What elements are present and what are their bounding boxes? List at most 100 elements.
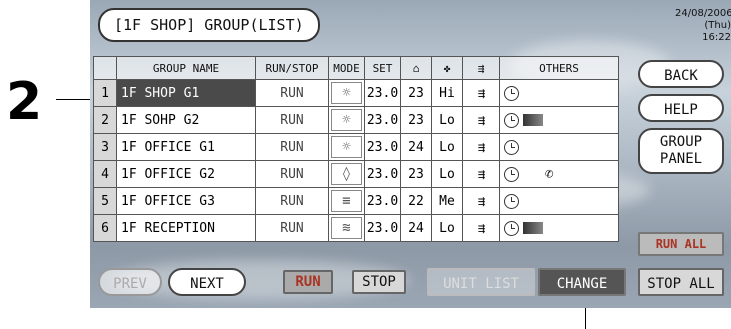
drop-icon: ◊ [331, 163, 362, 185]
callout-number: 2 [6, 72, 43, 132]
louver-icon: ⇶ [477, 139, 485, 154]
timer-icon [504, 220, 519, 236]
run-status-cell: RUN [255, 187, 329, 215]
louver-icon: ⇶ [477, 166, 485, 181]
room-temp-cell: 23 [400, 160, 432, 188]
row-number[interactable]: 2 [93, 106, 117, 134]
row-number[interactable]: 3 [93, 133, 117, 161]
table-row[interactable]: 6 1F RECEPTION RUN ≋ 23.0 24 Lo ⇶ [93, 214, 619, 242]
group-panel-button[interactable]: GROUP PANEL [638, 128, 724, 174]
louver-icon: ⇶ [477, 112, 485, 127]
table-row[interactable]: 5 1F OFFICE G3 RUN ≡ 23.0 22 Me ⇶ [93, 187, 619, 215]
run-all-button[interactable]: RUN ALL [638, 232, 724, 256]
sun-icon: ☼ [331, 82, 362, 104]
group-name-cell[interactable]: 1F SHOP G1 [116, 79, 256, 107]
prev-button[interactable]: PREV [98, 268, 162, 296]
set-temp-cell: 23.0 [364, 214, 401, 242]
group-name-cell[interactable]: 1F OFFICE G1 [116, 133, 256, 161]
mode-cell: ☼ [328, 133, 365, 161]
table-header-row: GROUP NAME RUN/STOP MODE SET ⌂ ✤ ⇶ OTHER… [93, 56, 619, 80]
table-row[interactable]: 2 1F SOHP G2 RUN ☼ 23.0 23 Lo ⇶ [93, 106, 619, 134]
room-temp-cell: 24 [400, 133, 432, 161]
header-others: OTHERS [499, 56, 619, 80]
louver-icon: ⇶ [477, 193, 485, 208]
run-status-cell: RUN [255, 214, 329, 242]
group-name-cell[interactable]: 1F SOHP G2 [116, 106, 256, 134]
fan-mode-icon: ≡ [331, 190, 362, 212]
fan-speed-cell: Lo [431, 133, 463, 161]
header-room-temp: ⌂ [400, 56, 432, 80]
group-name-cell[interactable]: 1F OFFICE G2 [116, 160, 256, 188]
sun-icon: ☼ [331, 136, 362, 158]
unit-list-button[interactable]: UNIT LIST [427, 268, 535, 296]
row-number[interactable]: 5 [93, 187, 117, 215]
header-num [93, 56, 117, 80]
fan-speed-cell: Me [431, 187, 463, 215]
mode-cell: ≋ [328, 214, 365, 242]
group-name-cell[interactable]: 1F RECEPTION [116, 214, 256, 242]
vent-mode-icon: ≋ [331, 217, 362, 239]
house-icon: ⌂ [412, 61, 420, 75]
group-name-cell[interactable]: 1F OFFICE G3 [116, 187, 256, 215]
header-group-name: GROUP NAME [116, 56, 256, 80]
fan-speed-cell: Lo [431, 160, 463, 188]
row-number[interactable]: 1 [93, 79, 117, 107]
room-temp-cell: 23 [400, 106, 432, 134]
day-time-text: (Thu) 16:22 [702, 20, 731, 43]
run-status-cell: RUN [255, 79, 329, 107]
next-button[interactable]: NEXT [168, 268, 246, 296]
set-temp-cell: 23.0 [364, 106, 401, 134]
header-mode: MODE [328, 56, 365, 80]
room-temp-cell: 22 [400, 187, 432, 215]
back-button[interactable]: BACK [638, 60, 724, 88]
airflow-cell: ⇶ [462, 79, 500, 107]
sun-icon: ☼ [331, 109, 362, 131]
mode-cell: ☼ [328, 106, 365, 134]
run-button[interactable]: RUN [283, 270, 333, 294]
row-number[interactable]: 6 [93, 214, 117, 242]
others-cell [499, 79, 619, 107]
others-cell [499, 106, 619, 134]
fan-icon: ✤ [443, 61, 451, 75]
change-button[interactable]: CHANGE [538, 268, 626, 296]
help-button[interactable]: HELP [638, 94, 724, 122]
callout-leader-line [56, 99, 90, 100]
airflow-cell: ⇶ [462, 160, 500, 188]
stop-button[interactable]: STOP [352, 270, 406, 294]
airflow-cell: ⇶ [462, 187, 500, 215]
table-row[interactable]: 4 1F OFFICE G2 RUN ◊ 23.0 23 Lo ⇶ ✆ [93, 160, 619, 188]
datetime-display: 24/08/2006 (Thu) 16:22 [675, 8, 731, 44]
wrench-icon: ✆ [545, 166, 554, 182]
header-run-stop: RUN/STOP [255, 56, 329, 80]
callout-pointer-line [585, 308, 586, 329]
room-temp-cell: 24 [400, 214, 432, 242]
set-temp-cell: 23.0 [364, 133, 401, 161]
timer-icon [504, 85, 519, 101]
table-row[interactable]: 1 1F SHOP G1 RUN ☼ 23.0 23 Hi ⇶ [93, 79, 619, 107]
mode-cell: ≡ [328, 187, 365, 215]
fan-speed-cell: Hi [431, 79, 463, 107]
mode-cell: ◊ [328, 160, 365, 188]
fan-speed-cell: Lo [431, 214, 463, 242]
stop-all-button[interactable]: STOP ALL [638, 268, 724, 296]
filter-icon [523, 222, 543, 234]
timer-icon [504, 139, 519, 155]
others-cell [499, 214, 619, 242]
airflow-cell: ⇶ [462, 214, 500, 242]
timer-icon [504, 193, 519, 209]
row-number[interactable]: 4 [93, 160, 117, 188]
others-cell [499, 133, 619, 161]
set-temp-cell: 23.0 [364, 79, 401, 107]
table-row[interactable]: 3 1F OFFICE G1 RUN ☼ 23.0 24 Lo ⇶ [93, 133, 619, 161]
timer-icon [504, 112, 519, 128]
others-cell [499, 187, 619, 215]
set-temp-cell: 23.0 [364, 160, 401, 188]
run-status-cell: RUN [255, 160, 329, 188]
run-status-cell: RUN [255, 106, 329, 134]
louver-icon: ⇶ [477, 220, 485, 235]
louver-icon: ⇶ [477, 85, 485, 100]
room-temp-cell: 23 [400, 79, 432, 107]
fan-speed-cell: Lo [431, 106, 463, 134]
mode-cell: ☼ [328, 79, 365, 107]
group-panel-label-2: PANEL [659, 151, 703, 167]
